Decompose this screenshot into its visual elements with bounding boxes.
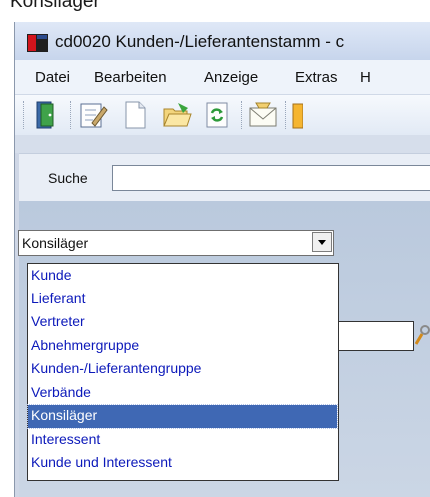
combo-dropdown-button[interactable] [312, 232, 332, 252]
toolbar-separator [285, 101, 289, 129]
dropdown-item-lieferant[interactable]: Lieferant [28, 288, 337, 311]
search-bar: Suche [19, 153, 430, 203]
open-folder-icon[interactable] [161, 99, 193, 131]
menu-bearbeiten[interactable]: Bearbeiten [94, 69, 167, 86]
dropdown-item-verbaende[interactable]: Verbände [28, 382, 337, 405]
dropdown-item-vertreter[interactable]: Vertreter [28, 311, 337, 334]
window-title: cd0020 Kunden-/Lieferantenstamm - c [55, 32, 345, 51]
toolbar-grip[interactable] [23, 101, 27, 129]
category-combo-box[interactable]: Konsiläger [18, 230, 334, 256]
menu-bar: Datei Bearbeiten Anzeige Extras H [15, 60, 430, 95]
partial-caption-text: Konsiläger [10, 0, 100, 12]
menu-anzeige[interactable]: Anzeige [204, 69, 258, 86]
dropdown-item-kunde-und-interessent[interactable]: Kunde und Interessent [28, 452, 337, 475]
toolbar-separator [241, 101, 245, 129]
dropdown-item-kunde[interactable]: Kunde [28, 265, 337, 288]
toolbar-separator [70, 101, 74, 129]
menu-datei[interactable]: Datei [35, 69, 70, 86]
dropdown-item-kunden-lieferantengruppe[interactable]: Kunden-/Lieferantengruppe [28, 358, 337, 381]
mail-icon[interactable] [247, 99, 279, 131]
new-document-icon[interactable] [119, 99, 151, 131]
menu-hilfe[interactable]: H [360, 69, 371, 86]
title-bar: cd0020 Kunden-/Lieferantenstamm - c [15, 22, 430, 61]
menu-extras[interactable]: Extras [295, 69, 338, 86]
dropdown-item-interessent[interactable]: Interessent [28, 429, 337, 452]
search-icon[interactable] [415, 324, 430, 348]
chevron-down-icon [318, 240, 326, 245]
search-label: Suche [48, 170, 88, 186]
dropdown-item-abnehmergruppe[interactable]: Abnehmergruppe [28, 335, 337, 358]
dropdown-item-konsilaeger[interactable]: Konsiläger [27, 404, 338, 429]
edit-form-icon[interactable] [77, 99, 109, 131]
search-input[interactable] [112, 165, 430, 191]
category-dropdown-list: Kunde Lieferant Vertreter Abnehmergruppe… [27, 263, 339, 481]
refresh-icon[interactable] [201, 99, 233, 131]
toolbar-gap [15, 135, 430, 153]
partially-hidden-input[interactable] [338, 321, 414, 351]
app-icon [27, 34, 48, 52]
exit-icon[interactable] [31, 99, 63, 131]
toolbar [15, 95, 430, 135]
combo-selected-value: Konsiläger [22, 235, 89, 251]
partial-icon[interactable] [291, 99, 303, 131]
